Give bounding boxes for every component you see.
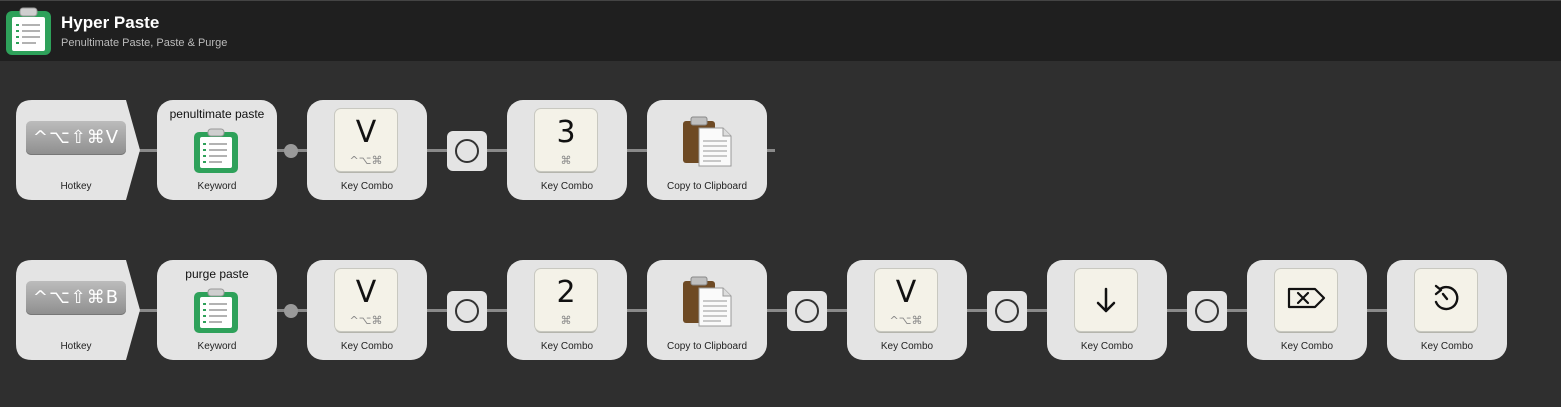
hotkey-trigger[interactable]: ^⌥⇧⌘B Hotkey — [16, 260, 140, 360]
keycap: 2 ⌘ — [535, 269, 597, 331]
clipboard-icon — [683, 116, 732, 167]
keyword-node[interactable]: penultimate paste Keyword — [157, 100, 277, 200]
keycap-modifiers: ^⌥⌘ — [889, 314, 923, 327]
hotkey-combo: ^⌥⇧⌘B — [26, 281, 126, 315]
workflow-subtitle: Penultimate Paste, Paste & Purge — [61, 37, 228, 49]
keycap: V ^⌥⌘ — [875, 269, 937, 331]
keycap — [1075, 269, 1137, 331]
workflow-title: Hyper Paste — [61, 13, 160, 32]
key-combo-node[interactable]: Key Combo — [1247, 260, 1367, 360]
node-label: Key Combo — [540, 181, 594, 192]
key-combo-node[interactable]: Key Combo — [1387, 260, 1507, 360]
node-label: Keyword — [197, 181, 237, 192]
node-label: Hotkey — [60, 181, 92, 192]
node-label: Hotkey — [60, 341, 92, 352]
key-combo-node[interactable]: V ^⌥⌘ Key Combo — [307, 260, 427, 360]
key-combo-node[interactable]: V ^⌥⌘ Key Combo — [847, 260, 967, 360]
clipboard-list-icon — [194, 288, 238, 333]
node-label: Copy to Clipboard — [666, 181, 748, 192]
key-combo-node[interactable]: Key Combo — [1047, 260, 1167, 360]
node-label: Key Combo — [880, 341, 934, 352]
workflow-canvas: ^⌥⇧⌘V Hotkey penultimate paste Keyword V… — [0, 61, 1561, 407]
keycap: V ^⌥⌘ — [335, 269, 397, 331]
node-label: Key Combo — [340, 341, 394, 352]
keycap-modifiers: ^⌥⌘ — [349, 154, 383, 167]
undo-circular-icon — [1434, 284, 1459, 311]
clipboard-icon — [683, 276, 732, 327]
keycap: V ^⌥⌘ — [335, 109, 397, 171]
junction-node[interactable] — [787, 291, 827, 331]
clipboard-app-icon — [6, 7, 51, 55]
node-label: Key Combo — [1420, 341, 1474, 352]
junction-node[interactable] — [1187, 291, 1227, 331]
hotkey-trigger[interactable]: ^⌥⇧⌘V Hotkey — [16, 100, 140, 200]
keycap-modifiers: ⌘ — [560, 154, 572, 167]
connection-dot[interactable] — [284, 304, 298, 318]
node-label: Copy to Clipboard — [666, 341, 748, 352]
key-combo-node[interactable]: 3 ⌘ Key Combo — [507, 100, 627, 200]
keycap-key: 2 — [556, 275, 576, 310]
clipboard-list-icon — [194, 128, 238, 173]
keyword-title: purge paste — [185, 267, 249, 281]
delete-forward-icon — [1287, 287, 1326, 309]
keycap-key: 3 — [556, 115, 576, 150]
hotkey-combo: ^⌥⇧⌘V — [26, 121, 126, 155]
copy-to-clipboard-node[interactable]: Copy to Clipboard — [647, 100, 767, 200]
node-label: Keyword — [197, 341, 237, 352]
copy-to-clipboard-node[interactable]: Copy to Clipboard — [647, 260, 767, 360]
key-combo-node[interactable]: 2 ⌘ Key Combo — [507, 260, 627, 360]
keycap-key: V — [355, 275, 377, 310]
node-label: Key Combo — [340, 181, 394, 192]
keycap-key: V — [355, 115, 377, 150]
junction-node[interactable] — [447, 291, 487, 331]
junction-node[interactable] — [987, 291, 1027, 331]
key-combo-node[interactable]: V ^⌥⌘ Key Combo — [307, 100, 427, 200]
keycap — [1415, 269, 1477, 331]
keycap: 3 ⌘ — [535, 109, 597, 171]
node-label: Key Combo — [1080, 341, 1134, 352]
keycap-modifiers: ⌘ — [560, 314, 572, 327]
node-label: Key Combo — [540, 341, 594, 352]
keyword-title: penultimate paste — [169, 107, 265, 121]
keyword-node[interactable]: purge paste Keyword — [157, 260, 277, 360]
keycap-modifiers: ^⌥⌘ — [349, 314, 383, 327]
connection-dot[interactable] — [284, 144, 298, 158]
node-label: Key Combo — [1280, 341, 1334, 352]
down-arrow-icon — [1096, 287, 1116, 313]
keycap-key: V — [895, 275, 917, 310]
keycap — [1275, 269, 1337, 331]
junction-node[interactable] — [447, 131, 487, 171]
workflow-header: Hyper Paste Penultimate Paste, Paste & P… — [0, 0, 1561, 61]
